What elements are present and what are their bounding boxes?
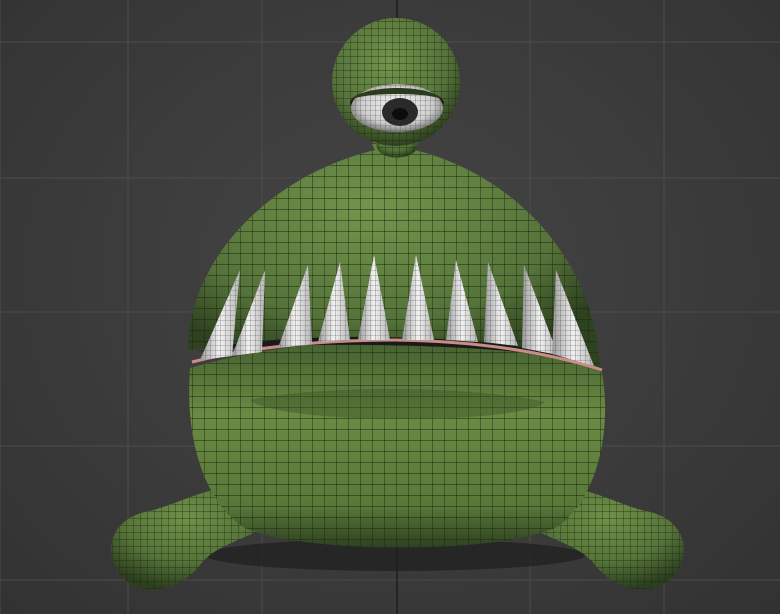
monster-model[interactable] [111, 18, 684, 590]
3d-viewport[interactable] [0, 0, 780, 614]
viewport-canvas[interactable] [0, 0, 780, 614]
lower-jaw [189, 341, 606, 548]
eye-pupil [392, 108, 408, 120]
